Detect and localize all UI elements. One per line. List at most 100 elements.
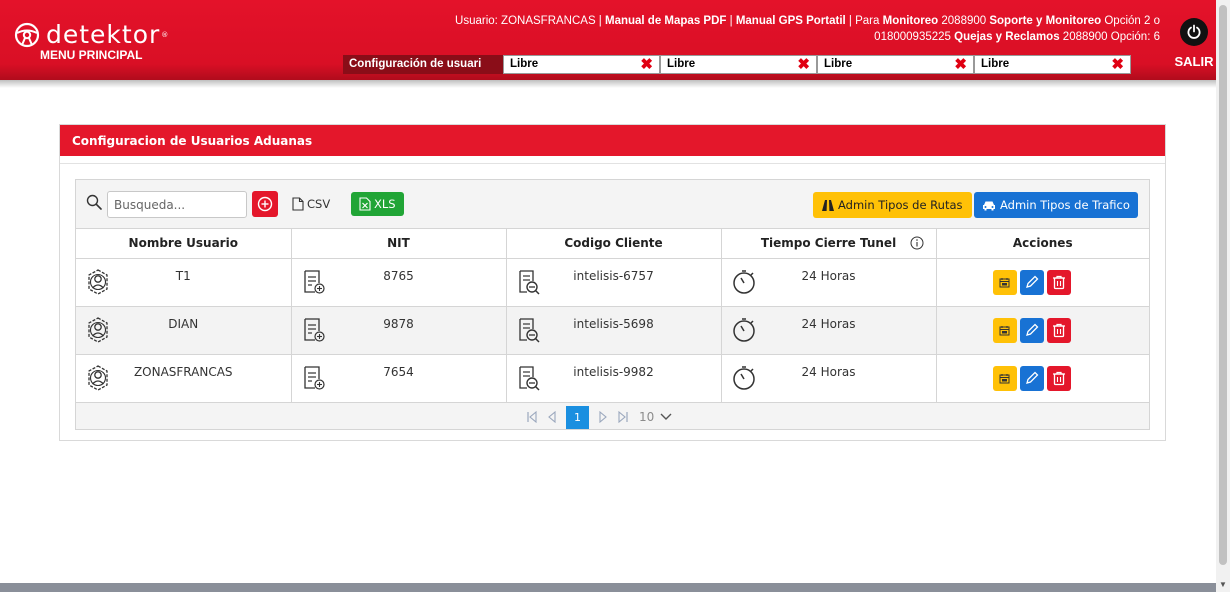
info-icon[interactable] <box>910 236 924 250</box>
tab-libre-2[interactable]: Libre ✖ <box>660 55 817 74</box>
close-icon[interactable]: ✖ <box>640 56 653 73</box>
users-grid: CSV XLS Admin Tipos de Rutas <box>75 179 1150 430</box>
top-header: detektor® MENU PRINCIPAL Usuario: ZONASF… <box>0 0 1216 80</box>
car-icon <box>983 201 995 210</box>
scroll-down-arrow[interactable]: ▼ <box>1219 580 1227 589</box>
calendar-icon <box>999 373 1010 383</box>
menu-principal-link[interactable]: MENU PRINCIPAL <box>40 48 142 62</box>
edit-button[interactable] <box>1019 269 1044 295</box>
delete-button[interactable] <box>1046 365 1071 391</box>
vertical-scrollbar[interactable]: ▼ <box>1216 0 1230 592</box>
delete-button[interactable] <box>1046 317 1071 343</box>
export-csv-button[interactable]: CSV <box>292 193 330 215</box>
cell-nombre: DIAN <box>76 306 292 355</box>
codigo-text: intelisis-6757 <box>573 268 654 283</box>
tab-bar: Configuración de usuari Libre ✖ Libre ✖ Li… <box>343 55 1131 74</box>
column-header-acciones: Acciones <box>936 229 1149 259</box>
manual-mapas-link[interactable]: Manual de Mapas PDF <box>605 15 726 27</box>
close-icon[interactable]: ✖ <box>954 56 967 73</box>
header-shadow <box>0 80 1216 88</box>
cell-tiempo: 24 Horas <box>721 258 937 307</box>
codigo-text: intelisis-9982 <box>573 364 654 379</box>
cell-codigo: intelisis-5698 <box>506 306 722 355</box>
cell-codigo: intelisis-9982 <box>506 354 722 403</box>
delete-button[interactable] <box>1046 269 1071 295</box>
row-actions <box>992 317 1071 343</box>
column-header-nit[interactable]: NIT <box>291 229 507 259</box>
table-header-row: Nombre Usuario NIT Codigo Cliente Tiempo… <box>76 229 1149 259</box>
card-divider <box>60 156 1165 164</box>
column-header-nombre[interactable]: Nombre Usuario <box>76 229 292 259</box>
edit-button[interactable] <box>1019 317 1044 343</box>
manual-gps-link[interactable]: Manual GPS Portatil <box>736 15 846 27</box>
first-page-icon[interactable] <box>526 411 538 423</box>
cell-acciones <box>936 354 1149 403</box>
nit-text: 8765 <box>383 268 414 283</box>
page-size-select[interactable]: 10 <box>639 410 672 424</box>
logo[interactable]: detektor® <box>14 22 169 48</box>
logout-label: SALIR <box>1174 54 1214 69</box>
table-row[interactable]: ZONASFRANCAS 7654 intelisis-9982 24 Horas <box>76 354 1149 403</box>
schedule-button[interactable] <box>992 269 1017 295</box>
codigo-text: intelisis-5698 <box>573 316 654 331</box>
trash-icon <box>1052 323 1065 337</box>
file-icon <box>292 197 304 211</box>
close-icon[interactable]: ✖ <box>1111 56 1124 73</box>
users-config-card: Configuracion de Usuarios Aduanas Busque… <box>59 124 1166 441</box>
page-footer <box>0 583 1216 592</box>
edit-icon <box>1025 371 1038 384</box>
add-user-button[interactable] <box>252 191 278 217</box>
tab-libre-3[interactable]: Libre ✖ <box>817 55 974 74</box>
excel-file-icon <box>359 197 371 211</box>
edit-button[interactable] <box>1019 365 1044 391</box>
logo-text: detektor® <box>46 20 170 49</box>
plus-circle-icon <box>257 196 273 212</box>
admin-trafico-button[interactable]: Admin Tipos de Trafico <box>974 192 1138 218</box>
prev-page-icon[interactable] <box>546 411 558 423</box>
card-title: Configuracion de Usuarios Aduanas <box>60 125 1165 156</box>
tab-libre-1[interactable]: Libre ✖ <box>503 55 660 74</box>
chevron-down-icon <box>660 413 672 420</box>
user-info: Usuario: ZONASFRANCAS | Manual de Mapas … <box>455 15 1160 43</box>
cell-tiempo: 24 Horas <box>721 354 937 403</box>
row-actions <box>992 269 1071 295</box>
schedule-button[interactable] <box>992 317 1017 343</box>
cell-nombre: ZONASFRANCAS <box>76 354 292 403</box>
calendar-icon <box>999 277 1010 287</box>
page-current[interactable]: 1 <box>566 405 589 429</box>
nombre-text: ZONASFRANCAS <box>133 364 233 379</box>
search-icon <box>86 194 102 210</box>
trash-icon <box>1052 275 1065 289</box>
column-header-codigo[interactable]: Codigo Cliente <box>506 229 722 259</box>
power-icon <box>1180 18 1208 46</box>
table-row[interactable]: T1 8765 intelisis-6757 24 Horas <box>76 258 1149 307</box>
edit-icon <box>1025 275 1038 288</box>
pager-controls: 1 10 <box>526 405 672 429</box>
tiempo-text: 24 Horas <box>801 364 856 379</box>
row-actions <box>992 365 1071 391</box>
cell-nit: 8765 <box>291 258 507 307</box>
calendar-icon <box>999 325 1010 335</box>
cell-acciones <box>936 306 1149 355</box>
road-icon <box>822 199 834 211</box>
schedule-button[interactable] <box>992 365 1017 391</box>
users-table: Nombre Usuario NIT Codigo Cliente Tiempo… <box>76 229 1149 403</box>
admin-rutas-button[interactable]: Admin Tipos de Rutas <box>813 192 972 218</box>
column-header-tiempo[interactable]: Tiempo Cierre Tunel <box>721 229 937 259</box>
tiempo-text: 24 Horas <box>801 316 856 331</box>
app-window: detektor® MENU PRINCIPAL Usuario: ZONASF… <box>0 0 1230 592</box>
trash-icon <box>1052 371 1065 385</box>
next-page-icon[interactable] <box>597 411 609 423</box>
search-input[interactable] <box>107 191 247 218</box>
export-xls-button[interactable]: XLS <box>351 192 404 216</box>
last-page-icon[interactable] <box>617 411 629 423</box>
logout-button[interactable]: SALIR <box>1172 18 1216 69</box>
cell-nit: 9878 <box>291 306 507 355</box>
tab-configuracion-usuario[interactable]: Configuración de usuari <box>343 55 503 74</box>
scrollbar-thumb[interactable] <box>1219 5 1227 565</box>
cell-nombre: T1 <box>76 258 292 307</box>
close-icon[interactable]: ✖ <box>797 56 810 73</box>
steering-wheel-icon <box>14 22 40 48</box>
tab-libre-4[interactable]: Libre ✖ <box>974 55 1131 74</box>
table-row[interactable]: DIAN 9878 intelisis-5698 24 Horas <box>76 306 1149 355</box>
